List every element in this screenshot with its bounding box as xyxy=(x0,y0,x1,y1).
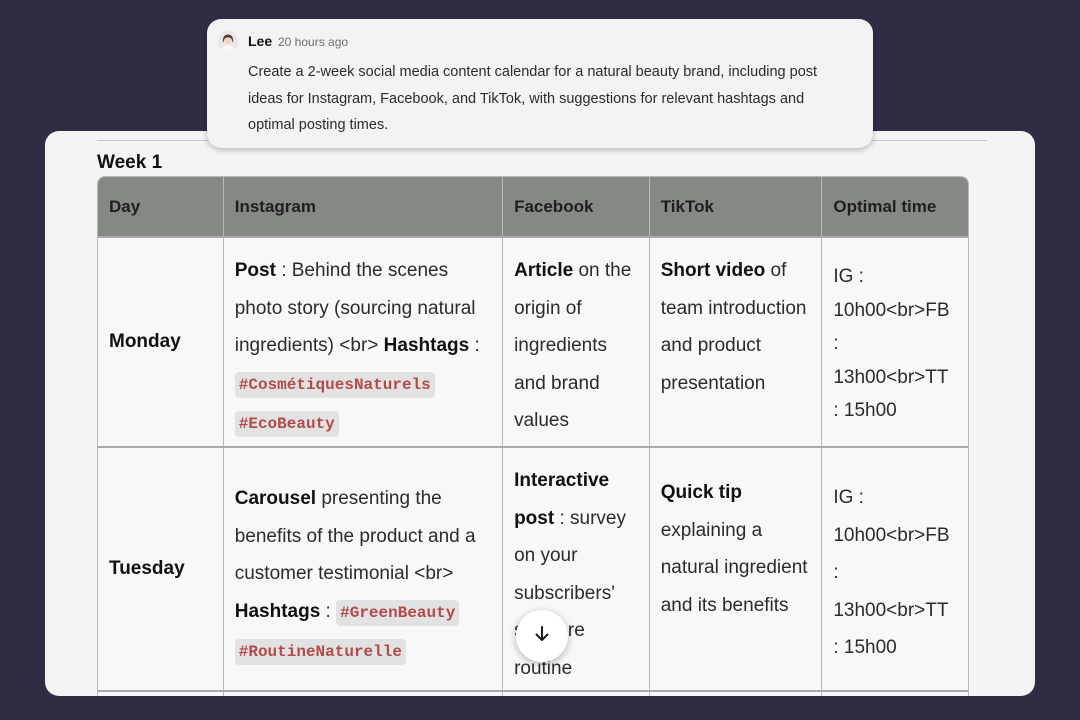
header-instagram: Instagram xyxy=(224,177,504,236)
tiktok-cell: Quick tip explaining a natural ingredien… xyxy=(650,448,823,690)
header-facebook: Facebook xyxy=(503,177,650,236)
header-optimal-time: Optimal time xyxy=(833,196,937,216)
day-cell: Tuesday xyxy=(98,448,224,690)
post-type: Carousel xyxy=(234,488,317,509)
optimal-time-cell xyxy=(822,692,968,696)
user-message-card: Lee 20 hours ago Create a 2-week social … xyxy=(207,19,873,148)
hashtag: #CosmétiquesNaturels xyxy=(234,371,435,398)
week-title: Week 1 xyxy=(97,152,163,173)
post-description: explaining a natural ingredient and its … xyxy=(660,519,808,616)
hashtags-label: Hashtags xyxy=(234,600,321,622)
instagram-cell: Post : Behind the scenes photo story (so… xyxy=(224,238,504,446)
post-description: on the origin of ingredients and brand v… xyxy=(514,260,632,431)
post-type: Post xyxy=(234,260,276,281)
optimal-time-cell: IG : 10h00<br>FB : 13h00<br>TT : 15h00 xyxy=(833,487,950,658)
user-avatar xyxy=(218,31,238,51)
tiktok-cell: Short video of team introduction and pro… xyxy=(650,238,823,446)
day-cell: Monday xyxy=(98,238,224,446)
separator: : xyxy=(469,335,480,356)
message-timestamp: 20 hours ago xyxy=(278,35,349,49)
message-text: Create a 2-week social media content cal… xyxy=(248,64,818,133)
hashtag: #EcoBeauty xyxy=(234,411,339,437)
table-row: Monday Post : Behind the scenes photo st… xyxy=(98,236,968,446)
instagram-cell: Carousel presenting the benefits of the … xyxy=(224,448,504,690)
separator: : xyxy=(320,600,337,622)
arrow-down-icon xyxy=(532,624,552,649)
message-author: Lee xyxy=(248,33,273,49)
hashtag: #GreenBeauty xyxy=(336,599,460,626)
hashtag: #RoutineNaturelle xyxy=(234,639,406,665)
day-cell xyxy=(98,692,224,696)
header-day: Day xyxy=(98,177,224,236)
table-row xyxy=(98,690,968,696)
post-type: Quick tip xyxy=(660,482,743,503)
facebook-cell xyxy=(503,692,650,696)
post-type: Short video xyxy=(660,260,766,281)
scroll-down-button[interactable] xyxy=(516,610,568,662)
table-header-row: Day Instagram Facebook TikTok Optimal ti… xyxy=(98,177,968,236)
hashtags-label: Hashtags xyxy=(383,335,470,356)
tiktok-cell xyxy=(650,692,823,696)
header-tiktok: TikTok xyxy=(650,177,823,236)
post-type: Article xyxy=(514,260,574,281)
instagram-cell xyxy=(224,692,504,696)
facebook-cell: Article on the origin of ingredients and… xyxy=(503,238,650,446)
optimal-time-cell: IG : 10h00<br>FB : 13h00<br>TT : 15h00 xyxy=(833,266,950,421)
